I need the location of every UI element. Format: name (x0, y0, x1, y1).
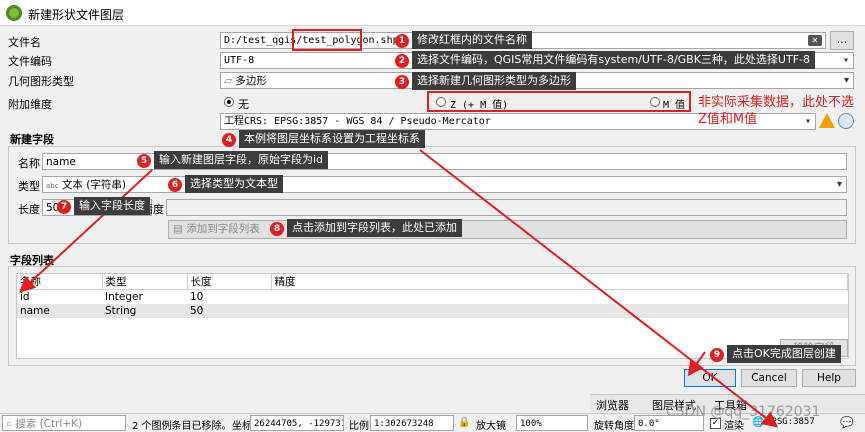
annotation-5: 输入新建图层字段，原始字段为id (154, 151, 329, 169)
step-badge-4: 4 (222, 133, 236, 147)
annotation-3: 选择新建几何图形类型为多边形 (412, 72, 576, 90)
step-badge-9: 9 (710, 348, 724, 362)
arrow-to-crs (419, 149, 779, 428)
annotation-6: 选择类型为文本型 (185, 175, 283, 193)
step-badge-1: 1 (395, 34, 409, 48)
annotation-9: 点击OK完成图层创建 (727, 345, 841, 363)
annotation-4: 本例将图层坐标系设置为工程坐标系 (239, 130, 425, 148)
annotation-no-zm: 非实际采集数据，此处不选Z值和M值 (698, 95, 855, 127)
arrow-to-field-list (19, 169, 153, 293)
annotation-8: 点击添加到字段列表，此处已添加 (287, 219, 462, 237)
step-badge-2: 2 (395, 54, 409, 68)
step-badge-3: 3 (395, 75, 409, 89)
annotation-7: 输入字段长度 (74, 197, 150, 215)
annotation-1: 修改红框内的文件名称 (412, 31, 532, 49)
step-badge-8: 8 (270, 222, 284, 236)
step-badge-7: 7 (57, 200, 71, 214)
step-badge-6: 6 (168, 178, 182, 192)
annotation-2: 选择文件编码，QGIS常用文件编码有system/UTF-8/GBK三种，此处选… (412, 51, 816, 69)
step-badge-5: 5 (137, 154, 151, 168)
